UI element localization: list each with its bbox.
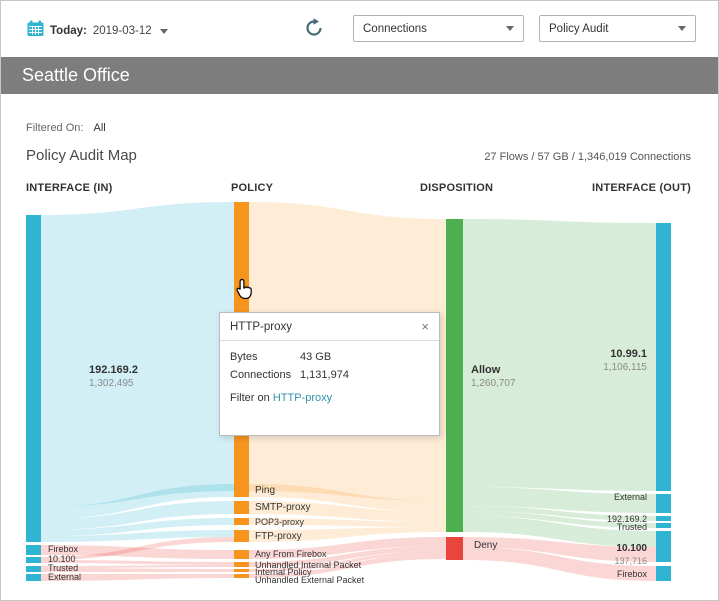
sankey-node-p-ipol[interactable] [234,569,249,572]
connections-value: 1,131,974 [300,369,349,381]
bytes-label: Bytes [230,351,258,363]
filter-prefix: Filter on [230,392,270,404]
sankey-link-in-192-p-http[interactable] [41,202,234,507]
bytes-value: 43 GB [300,351,332,363]
sankey-node-p-uep[interactable] [234,574,249,578]
sankey-node-d-deny[interactable] [446,537,463,560]
sankey-diagram [26,202,671,581]
sankey-node-in-external[interactable] [26,574,41,581]
sankey-node-o-192[interactable] [656,516,671,521]
sankey-node-p-pop3[interactable] [234,518,249,525]
filter-on-policy-link[interactable]: HTTP-proxy [273,392,332,404]
sankey-link-in-10100-p-uip[interactable] [41,560,234,565]
sankey-node-p-ftp[interactable] [234,530,249,542]
sankey-node-o-ext[interactable] [656,494,671,513]
tooltip-body: Bytes 43 GB Connections 1,131,974 Filter… [220,341,439,414]
sankey-node-in-192[interactable] [26,215,41,542]
sankey-link-d-allow-o-1099[interactable] [463,219,656,491]
policy-tooltip: HTTP-proxy × Bytes 43 GB Connections 1,1… [219,312,440,436]
sankey-node-in-trusted[interactable] [26,566,41,572]
sankey-node-p-smtp[interactable] [234,501,249,514]
sankey-node-o-trusted[interactable] [656,523,671,528]
policy-audit-page: Today: 2019-03-12 Connections Policy Aud… [0,0,719,601]
sankey-link-in-trusted-p-uip[interactable] [41,565,234,568]
sankey-node-p-uip[interactable] [234,562,249,567]
cursor-hand-icon [235,278,253,305]
sankey-node-d-allow[interactable] [446,219,463,532]
tooltip-connections-row: Connections 1,131,974 [230,369,429,381]
sankey-node-in-10100[interactable] [26,557,41,563]
tooltip-filter-row: Filter on HTTP-proxy [230,392,429,404]
sankey-node-p-anyff[interactable] [234,550,249,559]
close-icon[interactable]: × [421,320,429,333]
sankey-node-o-10100[interactable] [656,531,671,562]
tooltip-bytes-row: Bytes 43 GB [230,351,429,363]
sankey-node-p-ping[interactable] [234,484,249,497]
sankey-node-o-1099[interactable] [656,223,671,491]
connections-label: Connections [230,369,292,381]
sankey-node-o-firebox[interactable] [656,566,671,581]
tooltip-header: HTTP-proxy × [220,313,439,341]
sankey-link-in-trusted-p-ipol[interactable] [41,568,234,572]
sankey-link-in-external-p-uep[interactable] [41,574,234,581]
sankey-node-in-firebox[interactable] [26,545,41,555]
tooltip-title: HTTP-proxy [230,320,292,333]
